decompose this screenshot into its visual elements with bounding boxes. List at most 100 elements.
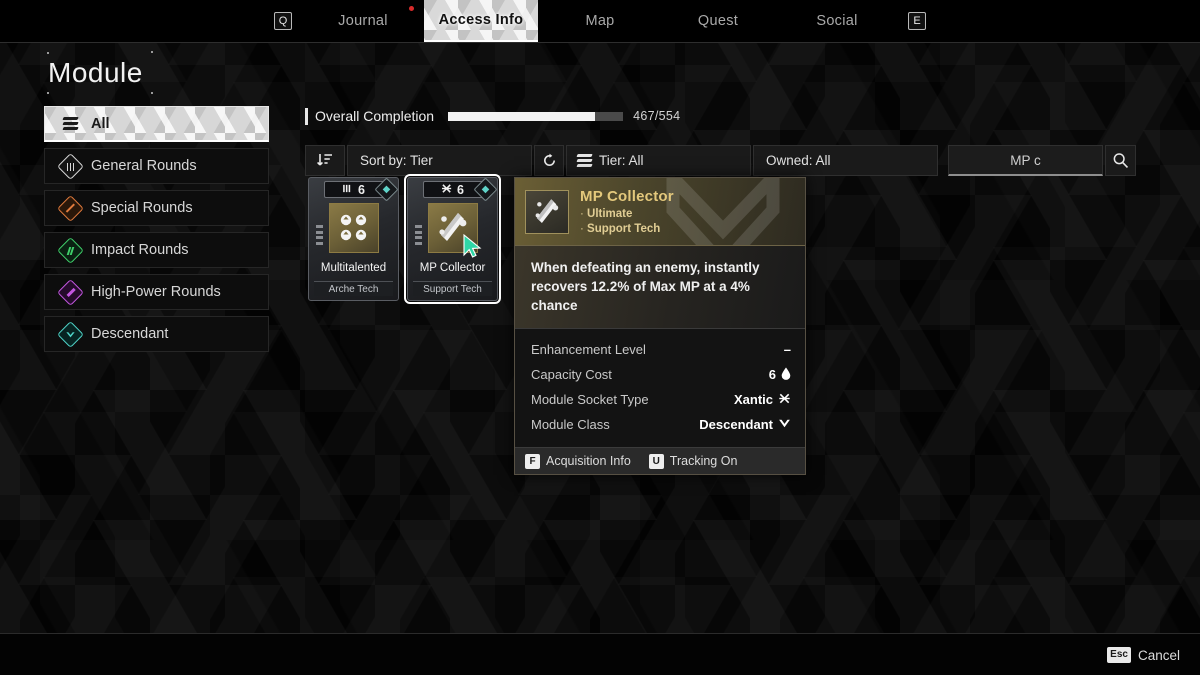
stat-value: Xantic — [733, 392, 773, 408]
mouse-cursor-icon — [463, 233, 485, 265]
tab-social-label: Social — [816, 13, 858, 29]
key-f: F — [525, 453, 540, 469]
xantic-socket-icon — [441, 183, 454, 197]
search-input-value: MP c — [1010, 152, 1041, 168]
sidebar-item-high-power-rounds-label: High-Power Rounds — [91, 284, 221, 300]
detail-description: When defeating an enemy, instantly recov… — [515, 246, 805, 330]
owned-filter-dropdown[interactable]: Owned: All — [753, 145, 938, 176]
category-sidebar: All General Rounds Special Rounds Impact… — [44, 106, 269, 358]
tier-filter-dropdown[interactable]: Tier: All — [566, 145, 751, 176]
sort-icon[interactable] — [305, 145, 345, 176]
sidebar-item-all-label: All — [91, 115, 110, 132]
title-tick — [151, 92, 153, 94]
table-row[interactable]: 6 ◆ MP Collector Support Tech — [404, 174, 501, 304]
module-screen: Q Journal Access Info Map Quest Social E — [0, 0, 1200, 675]
prev-tab-key[interactable]: Q — [274, 0, 292, 42]
tier-stack-icon — [576, 154, 593, 167]
detail-footer-actions: F Acquisition Info U Tracking On — [515, 447, 805, 475]
stat-value: Descendant — [699, 417, 773, 433]
completion-count: 467/554 — [633, 109, 681, 123]
sort-by-value: Sort by: Tier — [360, 153, 433, 168]
tab-map-label: Map — [585, 13, 615, 29]
owned-filter-value: Owned: All — [766, 153, 831, 168]
tab-quest[interactable]: Quest — [678, 0, 758, 42]
detail-tag-tech: · Support Tech — [580, 223, 661, 235]
special-rounds-icon — [56, 194, 84, 222]
tab-journal[interactable]: Journal — [322, 0, 404, 42]
main-content: Overall Completion 467/554 Sort by: Tier — [305, 103, 1155, 176]
descendant-icon — [56, 320, 84, 348]
page-title: Module — [48, 57, 143, 88]
title-tick — [47, 92, 49, 94]
module-name: Multitalented — [320, 262, 387, 274]
module-detail-panel: MP Collector · Ultimate · Support Tech W… — [514, 177, 806, 476]
sidebar-item-general-rounds[interactable]: General Rounds — [44, 148, 269, 184]
tracking-toggle-button[interactable]: U Tracking On — [648, 453, 737, 469]
stat-key: Capacity Cost — [531, 367, 612, 383]
chevron-watermark-icon — [663, 178, 783, 245]
title-tick — [47, 52, 49, 54]
stat-module-class: Module Class Descendant — [531, 412, 791, 437]
stat-key: Module Class — [531, 417, 610, 433]
detail-stats-list: Enhancement Level – Capacity Cost 6 Modu… — [515, 329, 805, 448]
notification-dot-icon — [409, 6, 414, 11]
next-tab-key[interactable]: E — [908, 0, 926, 42]
topbar-divider — [0, 42, 1200, 43]
descendant-class-icon — [778, 417, 791, 433]
stat-enhancement-level: Enhancement Level – — [531, 337, 791, 362]
stat-value-wrap: Xantic — [734, 392, 791, 408]
tab-social[interactable]: Social — [797, 0, 877, 42]
bottom-bar — [0, 634, 1200, 675]
key-u: U — [648, 453, 664, 469]
tab-access-info[interactable]: Access Info — [424, 0, 538, 42]
general-rounds-icon — [56, 152, 84, 180]
sidebar-item-high-power-rounds[interactable]: High-Power Rounds — [44, 274, 269, 310]
detail-header-text: MP Collector · Ultimate · Support Tech — [580, 188, 674, 235]
sidebar-item-all[interactable]: All — [44, 106, 269, 142]
stack-icon — [57, 117, 83, 130]
completion-progress-bar — [448, 111, 624, 121]
overall-completion: Overall Completion 467/554 — [305, 103, 1155, 129]
tab-map[interactable]: Map — [560, 0, 640, 42]
sidebar-item-impact-rounds-label: Impact Rounds — [91, 242, 189, 258]
module-tech-type: Arche Tech — [314, 281, 393, 296]
stat-key: Enhancement Level — [531, 342, 646, 358]
detail-tag-rarity-label: Ultimate — [587, 208, 633, 220]
cancel-button[interactable]: Esc Cancel — [1107, 647, 1180, 663]
module-tech-type: Support Tech — [413, 281, 492, 296]
stat-value-wrap: Descendant — [699, 417, 791, 433]
acquisition-info-button[interactable]: F Acquisition Info — [525, 453, 631, 469]
sidebar-item-descendant[interactable]: Descendant — [44, 316, 269, 352]
search-input[interactable]: MP c — [948, 145, 1103, 176]
stat-value-wrap: 6 — [769, 367, 791, 383]
card-tick-marks — [415, 225, 422, 247]
module-card-grid: 6 ◆ Multitalented Arche Tech 6 ◆ MP Coll… — [308, 174, 501, 304]
completion-accent — [305, 107, 308, 125]
sort-by-dropdown[interactable]: Sort by: Tier — [347, 145, 532, 176]
top-navigation-bar: Q Journal Access Info Map Quest Social E — [0, 0, 1200, 43]
capacity-drop-icon — [781, 367, 791, 383]
cancel-label: Cancel — [1137, 647, 1180, 663]
xantic-socket-icon — [778, 392, 791, 408]
card-tick-marks — [316, 225, 323, 247]
sidebar-item-impact-rounds[interactable]: Impact Rounds — [44, 232, 269, 268]
detail-tag-tech-label: Support Tech — [587, 223, 661, 235]
stat-key: Module Socket Type — [531, 392, 649, 408]
module-thumbnail — [525, 189, 569, 234]
table-row[interactable]: 6 ◆ Multitalented Arche Tech — [308, 177, 399, 301]
impact-rounds-icon — [56, 236, 84, 264]
stat-module-socket-type: Module Socket Type Xantic — [531, 387, 791, 412]
sidebar-item-special-rounds-label: Special Rounds — [91, 200, 193, 216]
high-power-rounds-icon — [56, 278, 84, 306]
module-artwork — [328, 203, 379, 253]
tab-quest-label: Quest — [697, 13, 739, 29]
title-tick — [151, 51, 153, 53]
search-icon[interactable] — [1105, 145, 1136, 176]
sidebar-item-special-rounds[interactable]: Special Rounds — [44, 190, 269, 226]
tab-journal-label: Journal — [338, 13, 388, 29]
key-e: E — [908, 12, 926, 30]
completion-label: Overall Completion — [315, 108, 435, 124]
detail-tag-rarity: · Ultimate — [580, 208, 633, 220]
refresh-icon[interactable] — [534, 145, 564, 176]
